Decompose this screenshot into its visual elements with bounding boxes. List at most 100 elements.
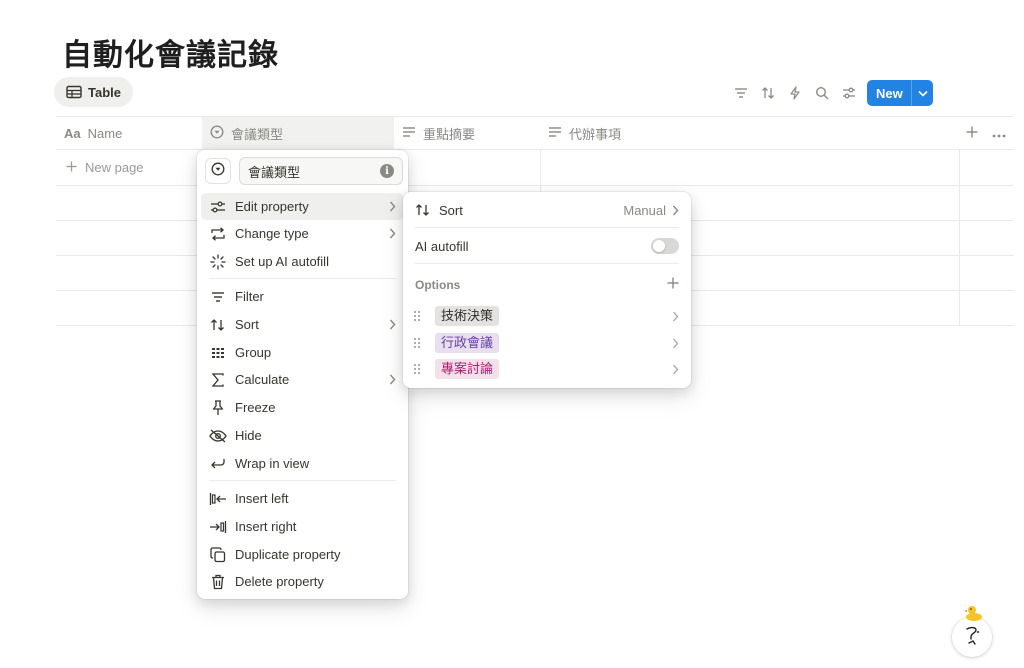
search-icon[interactable]	[813, 82, 830, 104]
sort-icon[interactable]	[759, 82, 776, 104]
chevron-right-icon	[672, 205, 679, 216]
menu-item-change-type[interactable]: Change type	[201, 220, 404, 247]
pin-icon	[209, 399, 227, 417]
insert-left-icon	[209, 490, 227, 508]
menu-item-sort[interactable]: Sort	[201, 311, 404, 338]
menu-item-label: Delete property	[235, 574, 324, 589]
property-type-button[interactable]	[205, 158, 231, 184]
property-name-input[interactable]: 會議類型 i	[239, 157, 403, 185]
info-icon[interactable]: i	[380, 164, 394, 178]
column-header-label: 代辦事項	[569, 127, 622, 142]
chevron-right-icon	[672, 364, 679, 375]
property-name-header: 會議類型 i	[205, 157, 403, 185]
option-sort-row[interactable]: Sort Manual	[407, 196, 687, 224]
view-tab-label: Table	[88, 84, 121, 100]
text-icon: Aa	[64, 126, 81, 141]
menu-divider	[415, 263, 679, 264]
option-item[interactable]: 技術決策	[411, 303, 683, 329]
ai-autofill-label: AI autofill	[415, 238, 469, 254]
filter-icon	[209, 288, 227, 306]
option-item[interactable]: 行政會議	[411, 330, 683, 356]
menu-item-wrap-in-view[interactable]: Wrap in view	[201, 450, 404, 477]
menu-item-hide[interactable]: Hide	[201, 422, 404, 449]
menu-item-label: Duplicate property	[235, 547, 341, 562]
new-button-label: New	[876, 85, 903, 101]
chevron-right-icon	[672, 338, 679, 349]
menu-item-delete-property[interactable]: Delete property	[201, 568, 404, 595]
trash-icon	[209, 573, 227, 591]
option-item[interactable]: 專案討論	[411, 356, 683, 382]
menu-item-filter[interactable]: Filter	[201, 283, 404, 310]
ai-autofill-toggle[interactable]	[651, 238, 679, 254]
sparkle-icon	[209, 253, 227, 271]
page-title[interactable]: 自動化會議記錄	[62, 30, 279, 74]
menu-item-label: Wrap in view	[235, 456, 310, 471]
menu-item-label: Hide	[235, 428, 262, 443]
plus-icon	[66, 160, 77, 175]
menu-item-label: Set up AI autofill	[235, 254, 329, 269]
eye-off-icon	[209, 427, 227, 445]
select-icon	[211, 162, 225, 181]
insert-right-icon	[209, 518, 227, 536]
menu-item-insert-left[interactable]: Insert left	[201, 485, 404, 512]
add-column-icon[interactable]	[966, 125, 978, 143]
new-page-row[interactable]: New page	[66, 160, 144, 175]
menu-item-freeze[interactable]: Freeze	[201, 394, 404, 421]
option-sort-label: Sort	[439, 202, 463, 218]
column-divider	[959, 150, 960, 326]
menu-item-label: Filter	[235, 289, 264, 304]
ai-autofill-row: AI autofill	[407, 232, 687, 260]
column-header-meeting-type[interactable]: 會議類型	[202, 117, 394, 150]
column-header-label: Name	[87, 126, 123, 141]
text-lines-icon	[548, 126, 562, 141]
table-icon	[66, 85, 82, 99]
menu-item-label: Group	[235, 345, 272, 360]
new-button[interactable]: New	[867, 80, 933, 106]
menu-divider	[415, 227, 679, 228]
more-icon[interactable]	[992, 125, 1006, 143]
menu-item-label: Calculate	[235, 372, 290, 387]
menu-item-label: Change type	[235, 226, 309, 241]
menu-item-duplicate-property[interactable]: Duplicate property	[201, 541, 404, 568]
property-menu: 會議類型 i Edit property Change type Set up …	[197, 150, 408, 599]
filter-icon[interactable]	[732, 82, 749, 104]
duck-icon	[963, 604, 985, 627]
option-sort-value: Manual	[623, 202, 666, 218]
automation-icon[interactable]	[786, 82, 803, 104]
option-tag: 專案討論	[435, 359, 500, 379]
text-lines-icon	[402, 126, 416, 141]
column-header-todos[interactable]: 代辦事項	[540, 117, 720, 150]
chevron-right-icon	[389, 228, 396, 239]
chevron-right-icon	[389, 374, 396, 385]
menu-item-insert-right[interactable]: Insert right	[201, 513, 404, 540]
sliders-icon	[209, 198, 227, 216]
menu-item-ai-autofill[interactable]: Set up AI autofill	[201, 248, 404, 275]
menu-item-label: Insert left	[235, 491, 289, 506]
drag-handle-icon[interactable]	[411, 363, 423, 375]
drag-handle-icon[interactable]	[411, 337, 423, 349]
option-tag: 行政會議	[435, 333, 500, 353]
toggle-knob	[653, 240, 665, 252]
chevron-down-icon[interactable]	[911, 80, 933, 106]
menu-item-label: Insert right	[235, 519, 297, 534]
settings-icon[interactable]	[840, 82, 857, 104]
column-header-name[interactable]: Aa Name	[56, 117, 202, 150]
view-tab-table[interactable]: Table	[54, 77, 133, 107]
menu-item-label: Freeze	[235, 400, 276, 415]
database-table: Aa Name 會議類型 重點摘要 代辦事項 New page	[56, 116, 1014, 326]
chevron-right-icon	[389, 319, 396, 330]
property-name-value: 會議類型	[248, 164, 301, 180]
sort-icon	[415, 203, 433, 217]
drag-handle-icon[interactable]	[411, 310, 423, 322]
wrap-icon	[209, 455, 227, 473]
menu-item-label: Edit property	[235, 199, 309, 214]
menu-item-calculate[interactable]: Calculate	[201, 366, 404, 393]
add-option-icon[interactable]	[667, 276, 679, 294]
swap-icon	[209, 225, 227, 243]
menu-item-edit-property[interactable]: Edit property	[201, 193, 404, 220]
column-header-label: 會議類型	[231, 127, 284, 142]
edit-property-submenu: Sort Manual AI autofill Options 技術決策 行政會…	[403, 192, 691, 388]
column-header-summary[interactable]: 重點摘要	[394, 117, 540, 150]
menu-item-group[interactable]: Group	[201, 339, 404, 366]
sort-icon	[209, 316, 227, 334]
